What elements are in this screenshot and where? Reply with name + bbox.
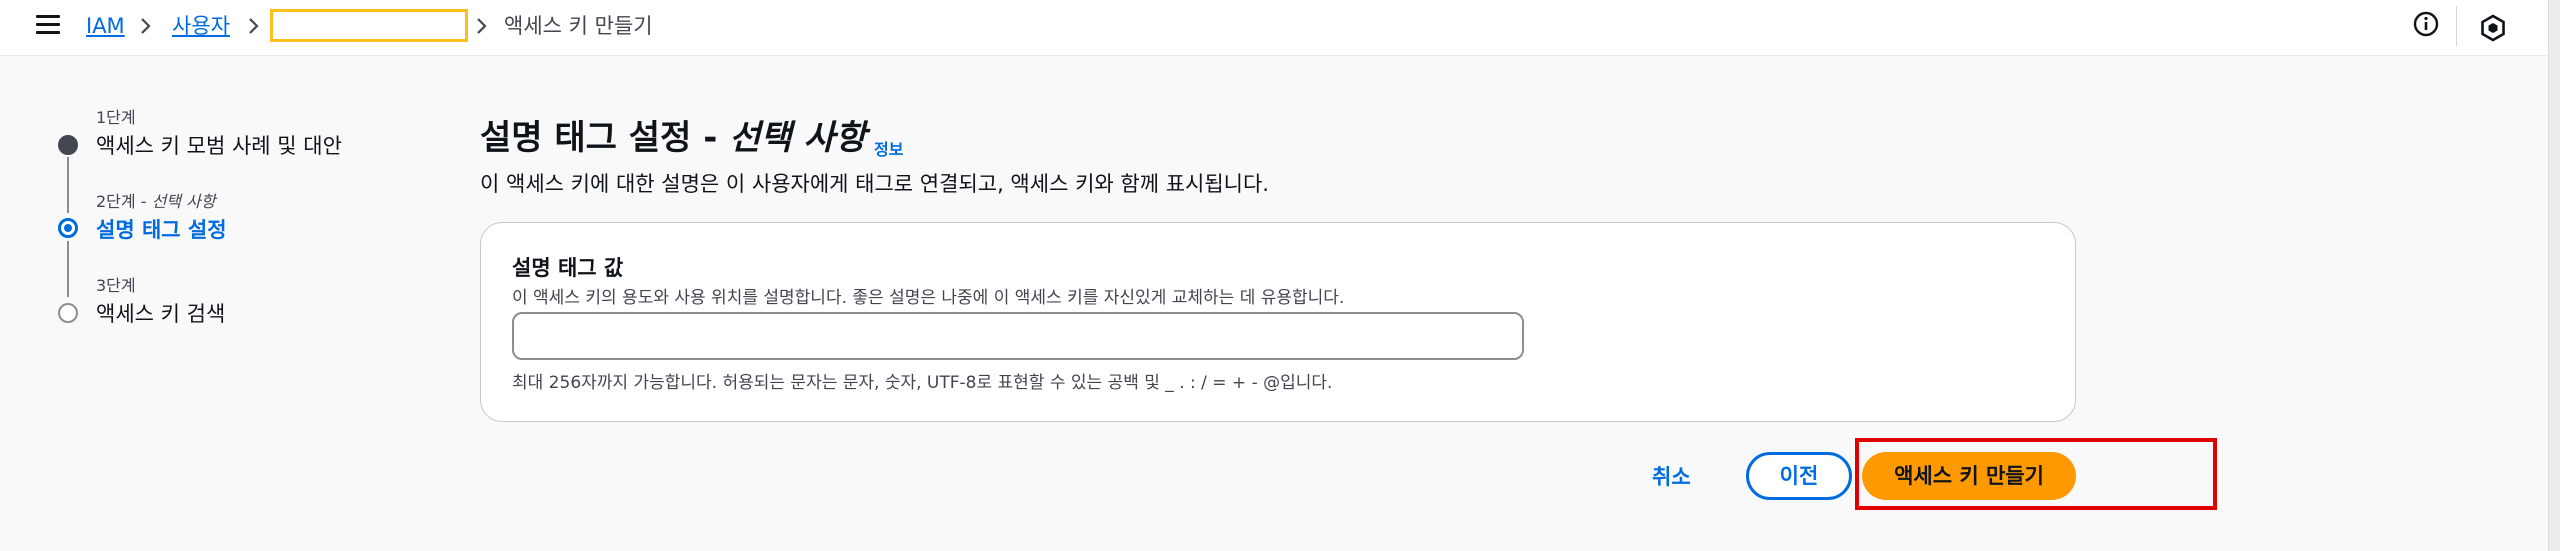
menu-icon[interactable] [36, 15, 60, 35]
chevron-right-icon [249, 18, 259, 34]
step-2-optional: 선택 사항 [151, 192, 216, 211]
highlight-annotation [1855, 438, 2217, 510]
step-1-title[interactable]: 액세스 키 모범 사례 및 대안 [96, 130, 342, 160]
description-tag-input[interactable] [512, 312, 1524, 360]
step-3-indicator [58, 303, 78, 323]
step-connector [67, 157, 69, 213]
step-1-number: 1단계 [96, 108, 136, 127]
breadcrumb-user-name-redacted[interactable] [270, 9, 468, 42]
top-navigation: IAM 사용자 액세스 키 만들기 [0, 0, 2548, 56]
breadcrumb-users[interactable]: 사용자 [172, 13, 230, 39]
page-description: 이 액세스 키에 대한 설명은 이 사용자에게 태그로 연결되고, 액세스 키와… [480, 172, 1269, 196]
breadcrumb-iam[interactable]: IAM [86, 13, 125, 39]
description-tag-label: 설명 태그 값 [512, 256, 624, 280]
step-2-indicator [58, 218, 78, 238]
description-tag-constraint: 최대 256자까지 가능합니다. 허용되는 문자는 문자, 숫자, UTF-8로… [512, 373, 1333, 393]
hexagon-icon[interactable] [2479, 14, 2507, 42]
step-connector [67, 241, 69, 297]
step-1-indicator [58, 135, 78, 155]
step-3-title: 액세스 키 검색 [96, 302, 226, 326]
vertical-scrollbar[interactable] [2548, 0, 2560, 551]
step-2-number-text: 2단계 - [96, 192, 152, 211]
cancel-button[interactable]: 취소 [1652, 461, 1691, 491]
chevron-right-icon [477, 18, 487, 34]
step-2-number: 2단계 - 선택 사항 [96, 188, 216, 212]
breadcrumb-current-page: 액세스 키 만들기 [504, 14, 653, 38]
chevron-right-icon [141, 18, 151, 34]
page-title-text: 설명 태그 설정 - [480, 118, 730, 158]
page-title-optional: 선택 사항 [729, 118, 867, 158]
step-2-title: 설명 태그 설정 [96, 218, 227, 242]
page-title: 설명 태그 설정 - 선택 사항 [480, 116, 866, 160]
info-link[interactable]: 정보 [874, 136, 903, 160]
info-icon[interactable] [2412, 10, 2440, 38]
step-3-number: 3단계 [96, 276, 136, 295]
header-divider [2456, 6, 2457, 46]
description-tag-help: 이 액세스 키의 용도와 사용 위치를 설명합니다. 좋은 설명은 나중에 이 … [512, 288, 1345, 308]
previous-button[interactable]: 이전 [1746, 452, 1852, 500]
